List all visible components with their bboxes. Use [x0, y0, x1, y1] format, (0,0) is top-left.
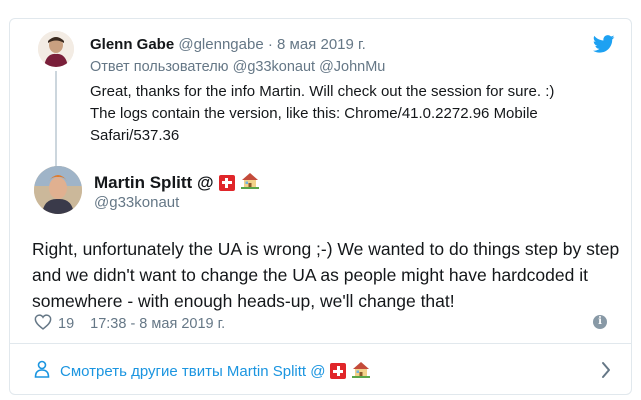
like-count[interactable]: 19 [58, 316, 74, 332]
house-icon [240, 171, 260, 194]
heart-icon[interactable] [34, 314, 52, 334]
reply-context: Ответ пользователю @g33konaut @JohnMu [90, 59, 385, 75]
more-tweets-label[interactable]: Смотреть другие твиты Martin Splitt @ [60, 363, 325, 380]
parent-author-handle[interactable]: @glenngabe [178, 36, 263, 53]
swiss-flag-icon [218, 174, 235, 191]
twitter-bird-icon[interactable] [592, 35, 615, 53]
reply-prefix: Ответ пользователю [90, 59, 229, 75]
more-tweets-label-row[interactable]: Смотреть другие твиты Martin Splitt @ [60, 360, 371, 382]
parent-author-name[interactable]: Glenn Gabe [90, 36, 174, 53]
parent-avatar[interactable] [38, 31, 74, 67]
chevron-right-icon[interactable] [601, 361, 611, 383]
reply-mentions[interactable]: @g33konaut @JohnMu [233, 59, 386, 75]
parent-tweet-text: Great, thanks for the info Martin. Will … [90, 81, 610, 147]
divider [10, 343, 631, 344]
house-icon [351, 360, 371, 382]
parent-text-line: Great, thanks for the info Martin. Will … [90, 83, 555, 100]
main-tweet-text: Right, unfortunately the UA is wrong ;-)… [32, 239, 620, 311]
more-tweets-link[interactable]: Смотреть другие твиты Martin Splitt @ [34, 359, 615, 383]
parent-header: Glenn Gabe @glenngabe · 8 мая 2019 г. [90, 36, 366, 53]
parent-date[interactable]: 8 мая 2019 г. [277, 36, 366, 53]
main-author-name[interactable]: Martin Splitt @ [94, 173, 214, 193]
tweet-meta: 19 17:38 - 8 мая 2019 г. [34, 314, 225, 334]
parent-text-line: Safari/537.36 [90, 127, 180, 144]
tweet-embed-card: Glenn Gabe @glenngabe · 8 мая 2019 г. От… [9, 18, 632, 395]
main-author-name-row[interactable]: Martin Splitt @ [94, 171, 260, 194]
tweet-timestamp[interactable]: 17:38 - 8 мая 2019 г. [90, 316, 225, 332]
thread-line [55, 71, 57, 171]
separator-dot: · [267, 36, 273, 53]
swiss-flag-icon [330, 363, 347, 379]
person-icon [34, 360, 50, 382]
info-icon[interactable]: i [593, 315, 607, 329]
main-author-handle[interactable]: @g33konaut [94, 194, 179, 211]
main-avatar[interactable] [34, 166, 82, 214]
parent-text-line: The logs contain the version, like this:… [90, 105, 538, 122]
